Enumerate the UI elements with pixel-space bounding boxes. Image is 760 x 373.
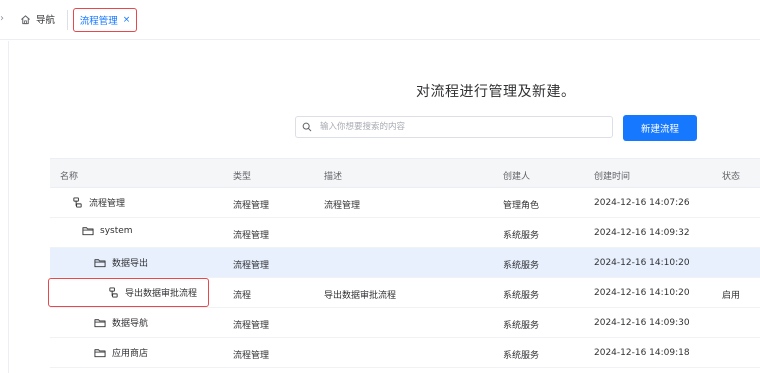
row-status: 启用: [722, 291, 741, 301]
search-icon: [296, 122, 318, 132]
row-desc: 导出数据审批流程: [324, 291, 397, 301]
close-icon[interactable]: ×: [123, 15, 131, 25]
row-type: 流程管理: [233, 261, 270, 271]
row-name-cell: 流程管理: [72, 196, 125, 209]
column-header-creator: 创建人: [503, 172, 531, 182]
row-time: 2024-12-16 14:07:26: [594, 198, 690, 208]
tab-home[interactable]: 导航: [20, 12, 55, 26]
row-time: 2024-12-16 14:09:18: [594, 348, 690, 358]
column-header-time: 创建时间: [594, 172, 631, 182]
tab-home-label: 导航: [36, 15, 56, 26]
folder-icon: [82, 226, 94, 236]
row-type: 流程管理: [233, 231, 270, 241]
row-name-cell: 导出数据审批流程: [108, 286, 197, 299]
search-box[interactable]: [295, 116, 613, 138]
flow-icon: [72, 197, 83, 208]
row-type: 流程管理: [233, 351, 270, 361]
row-creator: 系统服务: [503, 231, 540, 241]
table-row[interactable]: 流程管理 流程管理 流程管理 管理角色 2024-12-16 14:07:26: [50, 188, 760, 218]
row-name-cell: system: [82, 226, 133, 236]
row-time: 2024-12-16 14:10:20: [594, 288, 690, 298]
row-creator: 系统服务: [503, 351, 540, 361]
folder-icon: [94, 258, 106, 268]
row-type: 流程管理: [233, 201, 270, 211]
tab-divider: [67, 10, 68, 30]
column-header-name: 名称: [60, 172, 79, 182]
row-creator: 管理角色: [503, 201, 540, 211]
table-row-selected[interactable]: 数据导出 流程管理 系统服务 2024-12-16 14:10:20: [50, 248, 760, 278]
row-desc: 流程管理: [324, 201, 361, 211]
flow-table: 名称 类型 描述 创建人 创建时间 状态 流程管理 流程管理 流程管理 管理角色…: [50, 158, 760, 368]
home-icon: [20, 14, 31, 25]
column-header-desc: 描述: [324, 172, 343, 182]
folder-icon: [94, 318, 106, 328]
flow-icon: [108, 287, 119, 298]
row-name-cell: 数据导出: [94, 256, 148, 269]
table-row[interactable]: system 流程管理 系统服务 2024-12-16 14:09:32: [50, 218, 760, 248]
row-name: 应用商店: [112, 349, 149, 359]
search-input[interactable]: [318, 121, 612, 133]
row-name: 数据导航: [112, 319, 149, 329]
row-name: 数据导出: [112, 259, 149, 269]
row-type: 流程: [233, 291, 252, 301]
row-creator: 系统服务: [503, 321, 540, 331]
column-header-type: 类型: [233, 172, 252, 182]
row-creator: 系统服务: [503, 291, 540, 301]
row-time: 2024-12-16 14:09:32: [594, 228, 690, 238]
row-name: 流程管理: [89, 199, 126, 209]
new-flow-button[interactable]: 新建流程: [623, 115, 697, 141]
row-type: 流程管理: [233, 321, 270, 331]
tab-flow-management-label: 流程管理: [79, 16, 118, 27]
tab-flow-management[interactable]: 流程管理 ×: [73, 8, 137, 32]
row-name: 导出数据审批流程: [125, 289, 198, 299]
column-header-status: 状态: [722, 172, 741, 182]
row-time: 2024-12-16 14:09:30: [594, 318, 690, 328]
collapse-arrow-icon[interactable]: ›: [0, 13, 4, 24]
folder-icon: [94, 348, 106, 358]
row-name-cell: 应用商店: [94, 346, 148, 359]
table-header: 名称 类型 描述 创建人 创建时间 状态: [50, 158, 760, 188]
page-heading: 对流程进行管理及新建。: [416, 84, 576, 100]
row-name-cell: 数据导航: [94, 316, 148, 329]
table-row[interactable]: 应用商店 流程管理 系统服务 2024-12-16 14:09:18: [50, 338, 760, 368]
table-row[interactable]: 数据导航 流程管理 系统服务 2024-12-16 14:09:30: [50, 308, 760, 338]
row-creator: 系统服务: [503, 261, 540, 271]
row-time: 2024-12-16 14:10:20: [594, 258, 690, 268]
row-name: system: [100, 226, 133, 236]
table-row[interactable]: 导出数据审批流程 流程 导出数据审批流程 系统服务 2024-12-16 14:…: [50, 278, 760, 308]
tab-bar: › 导航 流程管理 ×: [0, 0, 760, 40]
